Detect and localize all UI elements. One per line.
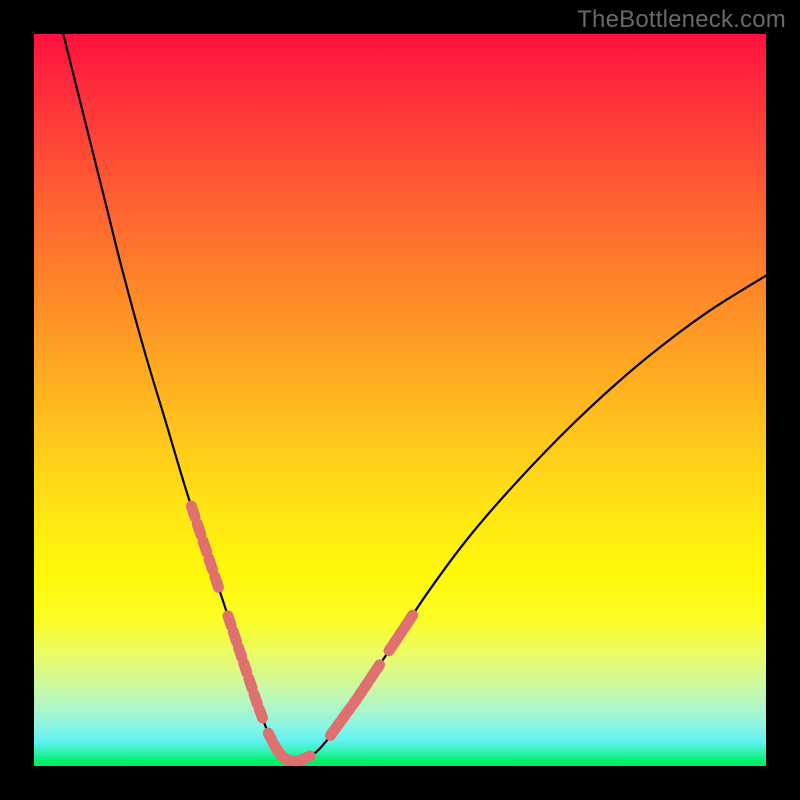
marker-bead [191,506,195,517]
main-curve [63,34,766,762]
marker-bead [209,559,213,570]
marker-bead [307,756,310,758]
watermark-text: TheBottleneck.com [577,6,786,34]
marker-bead [259,709,262,718]
marker-bead [215,576,219,587]
marker-bead [197,524,201,535]
marker-bead [376,665,380,670]
chart-frame: TheBottleneck.com [0,0,800,800]
plot-area [34,34,766,766]
marker-bead [228,616,231,626]
marker-bead [244,663,247,673]
marker-bead [410,615,413,620]
marker-bead [233,632,236,642]
marker-bead [203,541,207,552]
marker-bead [238,647,241,657]
curve-group [63,34,766,762]
marker-bead [249,679,252,689]
marker-group [191,506,412,761]
marker-bead [268,733,271,740]
curve-layer [34,34,766,766]
marker-bead [254,694,257,704]
